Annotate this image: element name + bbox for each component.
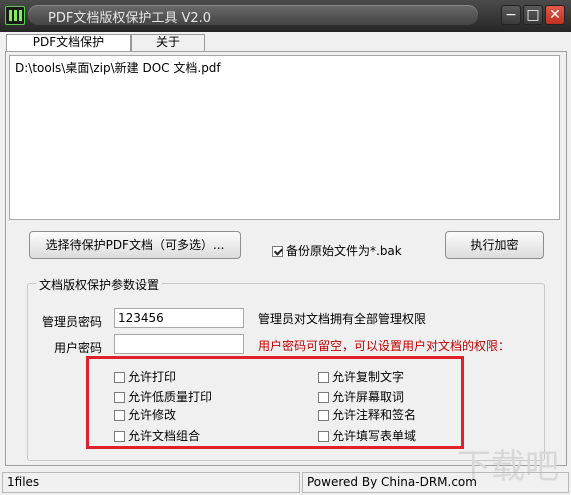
- encrypt-button[interactable]: 执行加密: [445, 231, 544, 259]
- window-title: PDF文档版权保护工具 V2.0: [48, 11, 212, 26]
- user-password-label: 用户密码: [54, 341, 103, 355]
- user-note: 用户密码可留空，可以设置用户对文档的权限：: [258, 339, 511, 353]
- perm-modify-label: 允许修改: [128, 408, 177, 422]
- status-bar: 1files Powered By China-DRM.com: [0, 470, 571, 495]
- perm-print[interactable]: 允许打印: [114, 370, 176, 384]
- file-list[interactable]: D:\tools\桌面\zip\新建 DOC 文档.pdf: [9, 55, 560, 220]
- perm-fill-forms-box[interactable]: [318, 431, 329, 442]
- file-list-item[interactable]: D:\tools\桌面\zip\新建 DOC 文档.pdf: [15, 59, 221, 76]
- backup-checkbox-box[interactable]: [272, 246, 283, 257]
- maximize-button[interactable]: □: [523, 5, 543, 25]
- admin-password-label: 管理员密码: [42, 315, 103, 329]
- tab-about[interactable]: 关于: [131, 34, 205, 51]
- status-powered-by: Powered By China-DRM.com: [302, 472, 569, 493]
- perm-print-label: 允许打印: [128, 370, 177, 384]
- perm-screen-capture-label: 允许屏幕取词: [332, 390, 405, 404]
- perm-copy-text[interactable]: 允许复制文字: [318, 370, 404, 384]
- perm-screen-capture-box[interactable]: [318, 392, 329, 403]
- user-password-input[interactable]: [114, 334, 244, 354]
- title-bar[interactable]: PDF文档版权保护工具 V2.0 − □ ✕: [0, 0, 571, 32]
- title-pill: PDF文档版权保护工具 V2.0: [28, 5, 478, 26]
- perm-print-box[interactable]: [114, 372, 125, 383]
- tab-about-label: 关于: [155, 35, 180, 49]
- perm-modify[interactable]: 允许修改: [114, 408, 176, 422]
- perm-low-quality-print[interactable]: 允许低质量打印: [114, 390, 212, 404]
- perm-fill-forms[interactable]: 允许填写表单域: [318, 429, 416, 443]
- close-button[interactable]: ✕: [545, 5, 565, 25]
- app-logo-icon: [5, 6, 25, 25]
- perm-annotate-sign-box[interactable]: [318, 410, 329, 421]
- app-window: PDF文档版权保护工具 V2.0 − □ ✕ PDF文档保护 关于 D:\too…: [0, 0, 571, 495]
- select-files-button[interactable]: 选择待保护PDF文档（可多选）...: [29, 231, 241, 259]
- perm-annotate-sign[interactable]: 允许注释和签名: [318, 408, 416, 422]
- backup-checkbox[interactable]: 备份原始文件为*.bak: [272, 244, 402, 258]
- perm-modify-box[interactable]: [114, 410, 125, 421]
- perm-copy-text-box[interactable]: [318, 372, 329, 383]
- perm-assemble[interactable]: 允许文档组合: [114, 429, 200, 443]
- perm-screen-capture[interactable]: 允许屏幕取词: [318, 390, 404, 404]
- perm-low-quality-print-box[interactable]: [114, 392, 125, 403]
- tab-pdf-protect-label: PDF文档保护: [32, 35, 105, 49]
- minimize-button[interactable]: −: [501, 5, 521, 25]
- backup-checkbox-label: 备份原始文件为*.bak: [286, 244, 402, 258]
- admin-password-input[interactable]: 123456: [114, 308, 244, 328]
- perm-assemble-box[interactable]: [114, 431, 125, 442]
- perm-low-quality-print-label: 允许低质量打印: [128, 390, 213, 404]
- perm-assemble-label: 允许文档组合: [128, 429, 201, 443]
- perm-fill-forms-label: 允许填写表单域: [332, 429, 417, 443]
- status-file-count: 1files: [2, 472, 300, 493]
- admin-note: 管理员对文档拥有全部管理权限: [258, 312, 427, 326]
- perm-annotate-sign-label: 允许注释和签名: [332, 408, 417, 422]
- settings-group-title: 文档版权保护参数设置: [36, 276, 163, 293]
- perm-copy-text-label: 允许复制文字: [332, 370, 405, 384]
